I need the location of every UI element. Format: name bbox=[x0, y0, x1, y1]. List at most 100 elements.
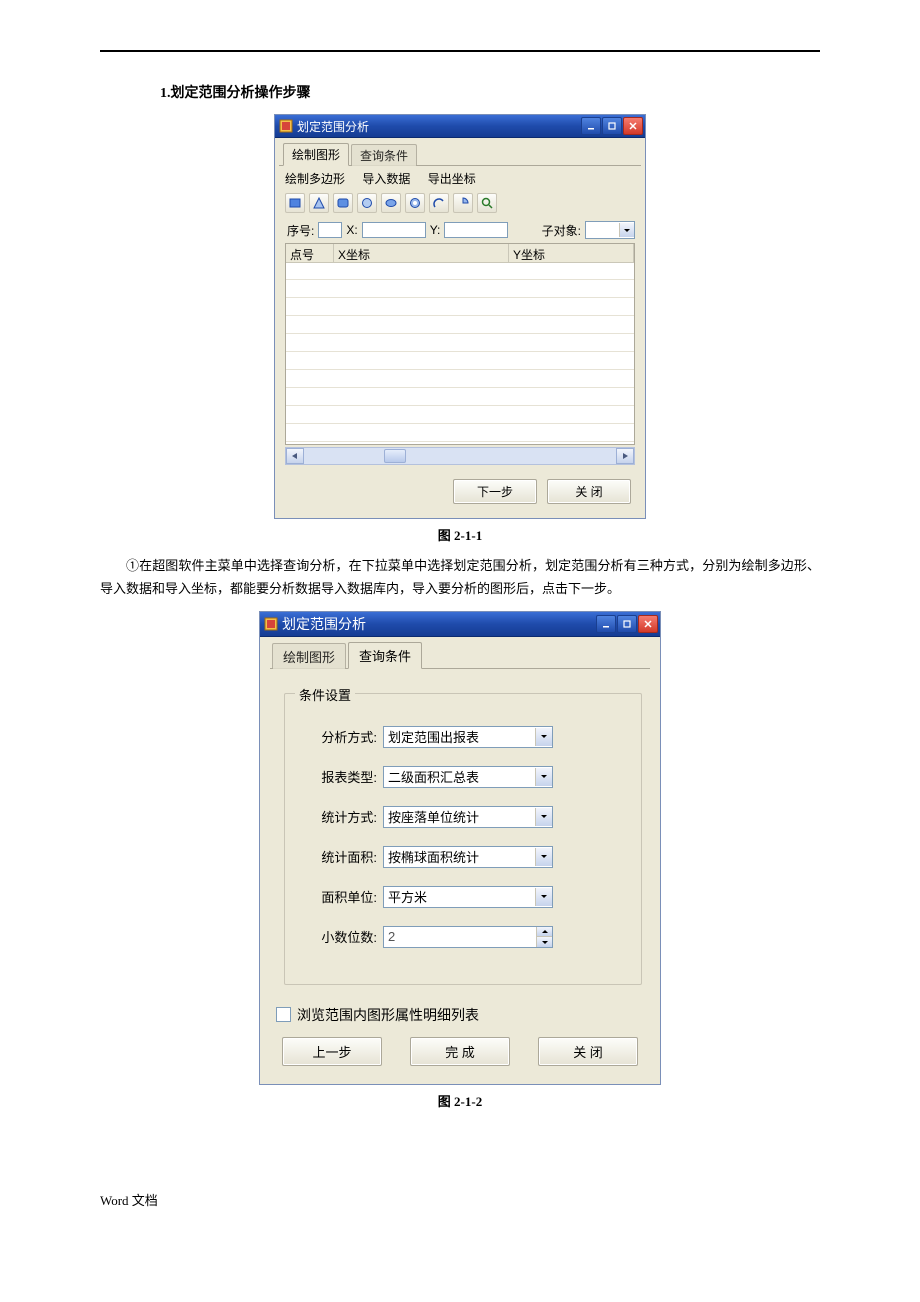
col-y[interactable]: Y坐标 bbox=[509, 244, 634, 262]
tab-strip: 绘制图形 查询条件 bbox=[279, 142, 641, 166]
stat-area-value: 按椭球面积统计 bbox=[386, 847, 535, 866]
spin-down-icon[interactable] bbox=[536, 936, 552, 947]
scroll-right-icon[interactable] bbox=[616, 448, 634, 464]
groupbox-legend: 条件设置 bbox=[295, 685, 355, 704]
chevron-down-icon bbox=[535, 768, 552, 786]
tab-draw-shape[interactable]: 绘制图形 bbox=[272, 643, 346, 669]
seq-input[interactable] bbox=[318, 222, 342, 238]
table-row[interactable] bbox=[286, 298, 634, 316]
circle-icon[interactable] bbox=[357, 193, 377, 213]
chevron-down-icon bbox=[535, 848, 552, 866]
tab-strip: 绘制图形 查询条件 bbox=[270, 641, 650, 669]
dialog-window-1: 划定范围分析 绘制图形 查询条件 绘制多边形 导入数据 bbox=[274, 114, 646, 519]
area-unit-label: 面积单位: bbox=[299, 887, 377, 906]
stat-mode-combo[interactable]: 按座落单位统计 bbox=[383, 806, 553, 828]
scroll-left-icon[interactable] bbox=[286, 448, 304, 464]
section-title: 1.划定范围分析操作步骤 bbox=[160, 82, 820, 102]
window-title: 划定范围分析 bbox=[297, 118, 369, 135]
app-icon bbox=[279, 119, 293, 133]
row-stat-area: 统计面积: 按椭球面积统计 bbox=[299, 846, 627, 868]
browse-details-row: 浏览范围内图形属性明细列表 bbox=[276, 1005, 650, 1025]
titlebar[interactable]: 划定范围分析 bbox=[275, 115, 645, 138]
report-type-combo[interactable]: 二级面积汇总表 bbox=[383, 766, 553, 788]
donut-icon[interactable] bbox=[405, 193, 425, 213]
prev-button[interactable]: 上一步 bbox=[282, 1037, 382, 1066]
table-row[interactable] bbox=[286, 280, 634, 298]
grid-rows bbox=[286, 262, 634, 444]
x-input[interactable] bbox=[362, 222, 426, 238]
finish-button[interactable]: 完 成 bbox=[410, 1037, 510, 1066]
stat-area-combo[interactable]: 按椭球面积统计 bbox=[383, 846, 553, 868]
zoom-icon[interactable] bbox=[477, 193, 497, 213]
table-row[interactable] bbox=[286, 424, 634, 442]
decimals-label: 小数位数: bbox=[299, 927, 377, 946]
dialog-body: 绘制图形 查询条件 绘制多边形 导入数据 导出坐标 序号: bbox=[275, 138, 645, 518]
tab-query-condition[interactable]: 查询条件 bbox=[351, 144, 417, 166]
report-type-label: 报表类型: bbox=[299, 767, 377, 786]
shape-toolbar bbox=[279, 189, 641, 217]
decimals-spinner[interactable]: 2 bbox=[383, 926, 553, 948]
sector-icon[interactable] bbox=[453, 193, 473, 213]
condition-groupbox: 条件设置 分析方式: 划定范围出报表 报表类型: 二级面积汇总表 bbox=[284, 693, 642, 985]
table-row[interactable] bbox=[286, 316, 634, 334]
chevron-down-icon bbox=[535, 728, 552, 746]
decimals-value: 2 bbox=[384, 927, 536, 947]
report-type-value: 二级面积汇总表 bbox=[386, 767, 535, 786]
next-button[interactable]: 下一步 bbox=[453, 479, 537, 504]
close-button[interactable] bbox=[638, 615, 658, 633]
stat-mode-label: 统计方式: bbox=[299, 807, 377, 826]
tab-draw-shape[interactable]: 绘制图形 bbox=[283, 143, 349, 166]
table-row[interactable] bbox=[286, 352, 634, 370]
ellipse-icon[interactable] bbox=[381, 193, 401, 213]
close-button[interactable] bbox=[623, 117, 643, 135]
tab-query-condition[interactable]: 查询条件 bbox=[348, 642, 422, 669]
triangle-icon[interactable] bbox=[309, 193, 329, 213]
close-button[interactable]: 关 闭 bbox=[547, 479, 631, 504]
maximize-button[interactable] bbox=[602, 117, 622, 135]
minimize-button[interactable] bbox=[596, 615, 616, 633]
horizontal-scrollbar[interactable] bbox=[285, 447, 635, 465]
browse-details-label: 浏览范围内图形属性明细列表 bbox=[297, 1005, 479, 1025]
table-row[interactable] bbox=[286, 388, 634, 406]
chevron-down-icon bbox=[535, 888, 552, 906]
y-input[interactable] bbox=[444, 222, 508, 238]
area-unit-combo[interactable]: 平方米 bbox=[383, 886, 553, 908]
table-row[interactable] bbox=[286, 406, 634, 424]
figure-caption-2: 图 2-1-2 bbox=[100, 1091, 820, 1110]
analysis-mode-combo[interactable]: 划定范围出报表 bbox=[383, 726, 553, 748]
browse-details-checkbox[interactable] bbox=[276, 1007, 291, 1022]
minimize-button[interactable] bbox=[581, 117, 601, 135]
button-row: 上一步 完 成 关 闭 bbox=[270, 1037, 650, 1066]
arc-icon[interactable] bbox=[429, 193, 449, 213]
row-area-unit: 面积单位: 平方米 bbox=[299, 886, 627, 908]
menu-import-data[interactable]: 导入数据 bbox=[362, 172, 410, 186]
row-analysis-mode: 分析方式: 划定范围出报表 bbox=[299, 726, 627, 748]
table-row[interactable] bbox=[286, 262, 634, 280]
coordinates-grid[interactable]: 点号 X坐标 Y坐标 bbox=[285, 243, 635, 445]
table-row[interactable] bbox=[286, 334, 634, 352]
menu-draw-polygon[interactable]: 绘制多边形 bbox=[285, 172, 345, 186]
scroll-thumb[interactable] bbox=[384, 449, 406, 463]
sub-object-combo[interactable] bbox=[585, 221, 635, 239]
col-x[interactable]: X坐标 bbox=[334, 244, 509, 262]
rounded-rect-icon[interactable] bbox=[333, 193, 353, 213]
window-controls bbox=[596, 615, 658, 633]
top-rule bbox=[100, 50, 820, 52]
col-point-no[interactable]: 点号 bbox=[286, 244, 334, 262]
spin-up-icon[interactable] bbox=[536, 927, 552, 937]
stat-area-label: 统计面积: bbox=[299, 847, 377, 866]
rect-icon[interactable] bbox=[285, 193, 305, 213]
seq-label: 序号: bbox=[287, 222, 314, 239]
app-icon bbox=[264, 617, 278, 631]
titlebar[interactable]: 划定范围分析 bbox=[260, 612, 660, 637]
analysis-mode-value: 划定范围出报表 bbox=[386, 727, 535, 746]
analysis-mode-label: 分析方式: bbox=[299, 727, 377, 746]
close-button[interactable]: 关 闭 bbox=[538, 1037, 638, 1066]
table-row[interactable] bbox=[286, 370, 634, 388]
row-decimals: 小数位数: 2 bbox=[299, 926, 627, 948]
window-controls bbox=[581, 117, 643, 135]
row-report-type: 报表类型: 二级面积汇总表 bbox=[299, 766, 627, 788]
footer-note: Word 文档 bbox=[100, 1190, 820, 1209]
menu-export-coords[interactable]: 导出坐标 bbox=[428, 172, 476, 186]
maximize-button[interactable] bbox=[617, 615, 637, 633]
